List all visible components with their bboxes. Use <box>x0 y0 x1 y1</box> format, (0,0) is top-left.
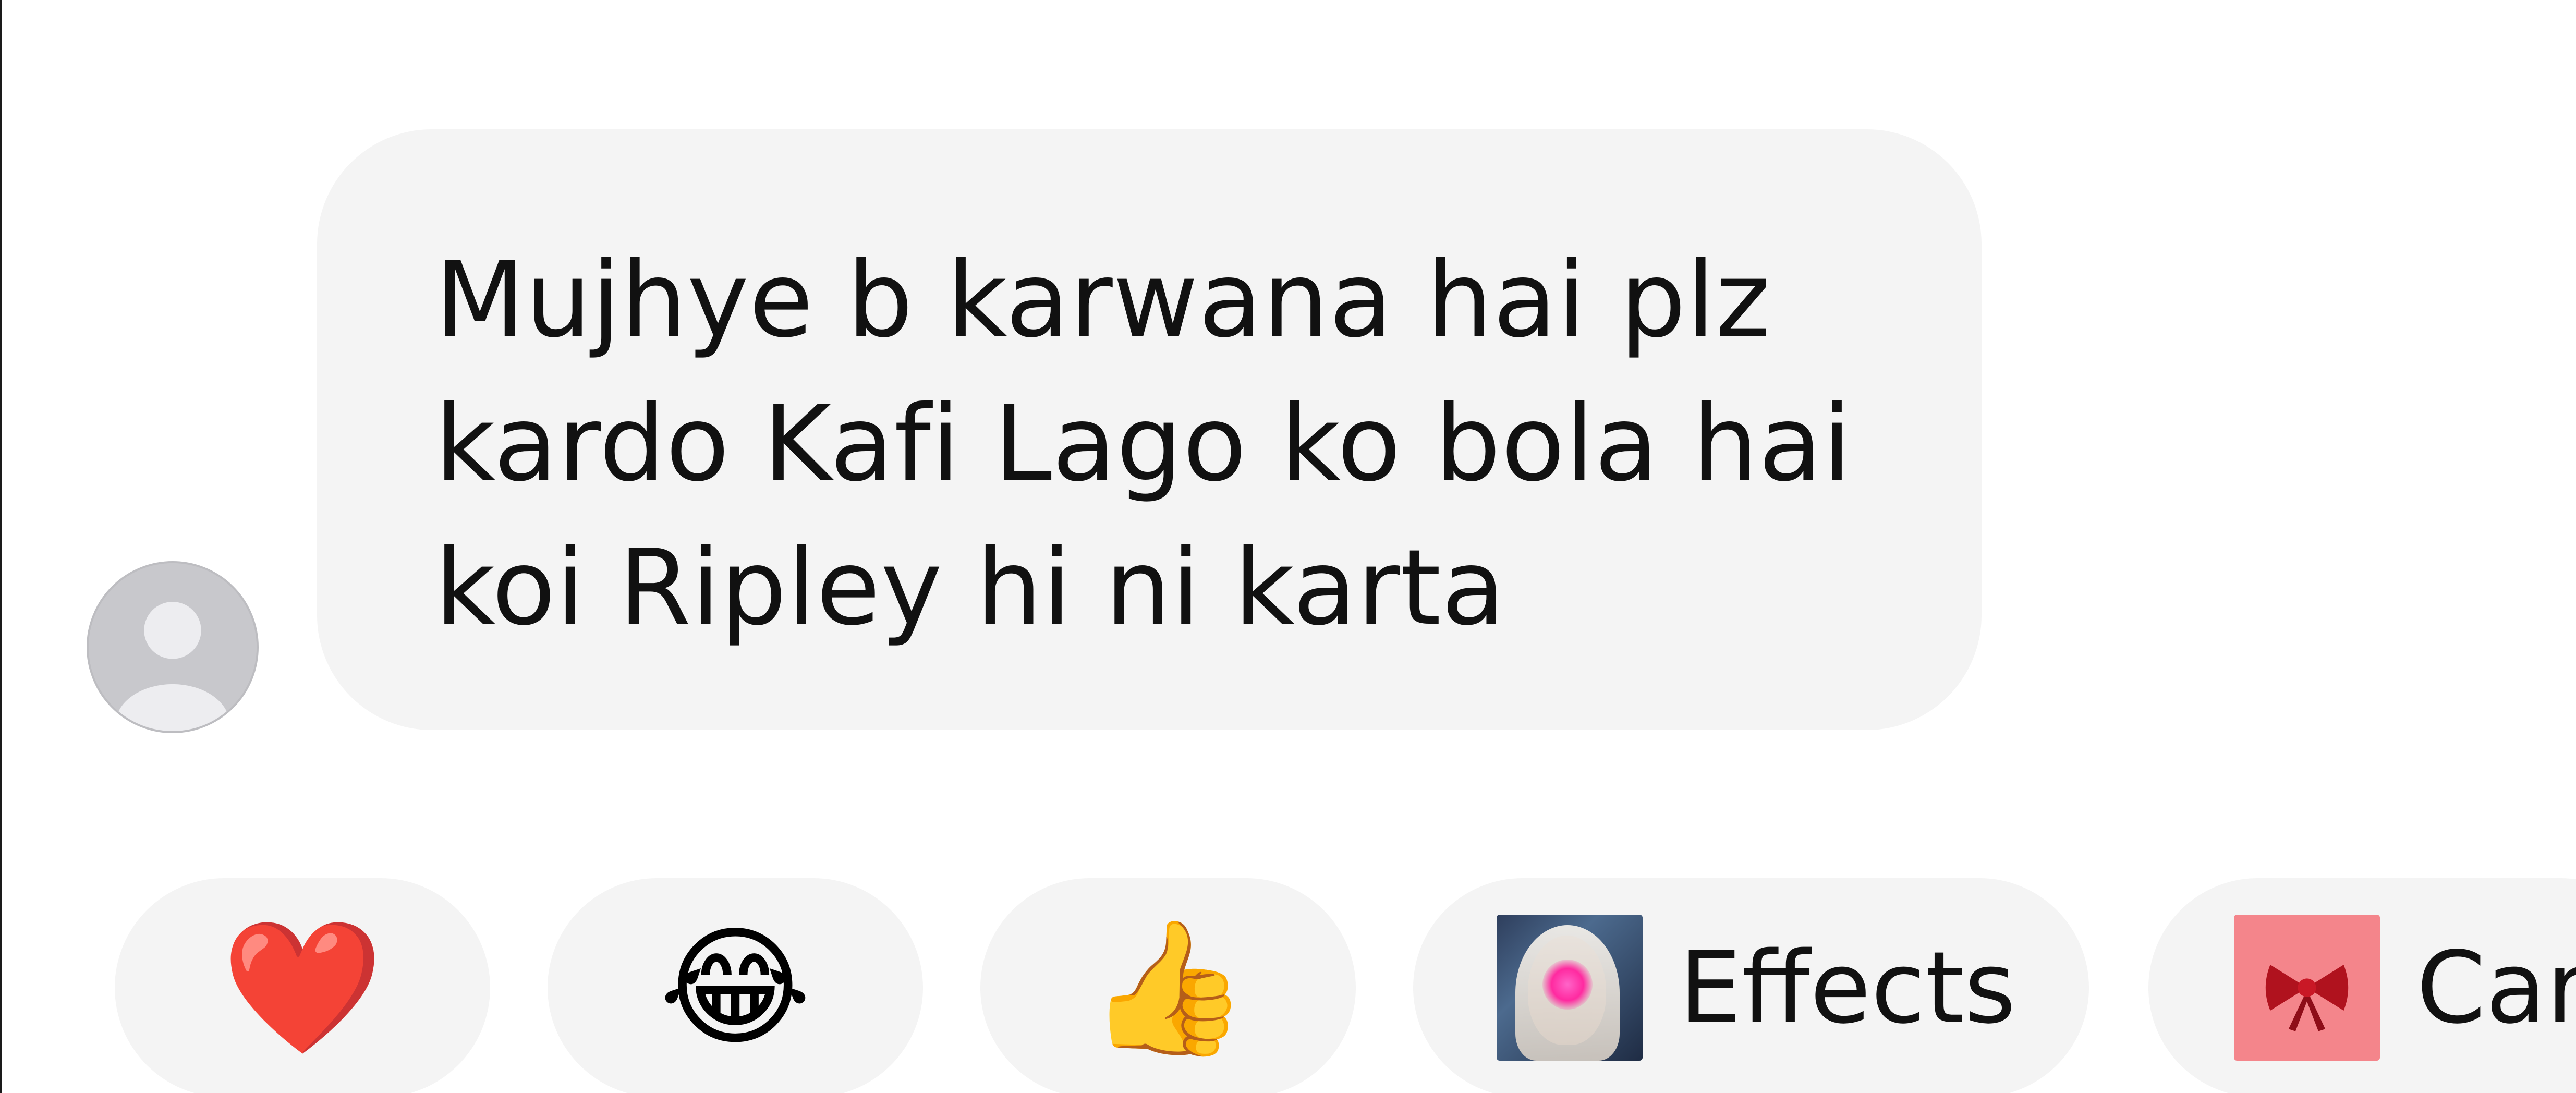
effects-preview-icon <box>1497 915 1643 1061</box>
reaction-bar: ❤️ 😂 👍 Effects Car <box>0 878 2576 1093</box>
effects-button[interactable]: Effects <box>1413 878 2089 1093</box>
laughing-face-icon: 😂 <box>659 912 812 1063</box>
sender-avatar[interactable] <box>87 561 259 733</box>
heart-icon: ❤️ <box>221 912 384 1063</box>
message-screen: Mujhye b karwana hai plz kardo Kafi Lago… <box>0 0 2576 1093</box>
message-text: Mujhye b karwana hai plz kardo Kafi Lago… <box>435 239 1852 649</box>
cards-button[interactable]: Car <box>2148 878 2576 1093</box>
bow-card-icon <box>2234 915 2380 1061</box>
message-bubble[interactable]: Mujhye b karwana hai plz kardo Kafi Lago… <box>317 129 1982 730</box>
effects-label: Effects <box>1679 930 2016 1046</box>
laugh-reaction-button[interactable]: 😂 <box>548 878 923 1093</box>
cards-label: Car <box>2416 930 2576 1046</box>
default-profile-icon <box>89 563 257 731</box>
thumbs-up-icon: 👍 <box>1087 912 1249 1063</box>
heart-reaction-button[interactable]: ❤️ <box>115 878 490 1093</box>
thumbs-up-reaction-button[interactable]: 👍 <box>980 878 1356 1093</box>
